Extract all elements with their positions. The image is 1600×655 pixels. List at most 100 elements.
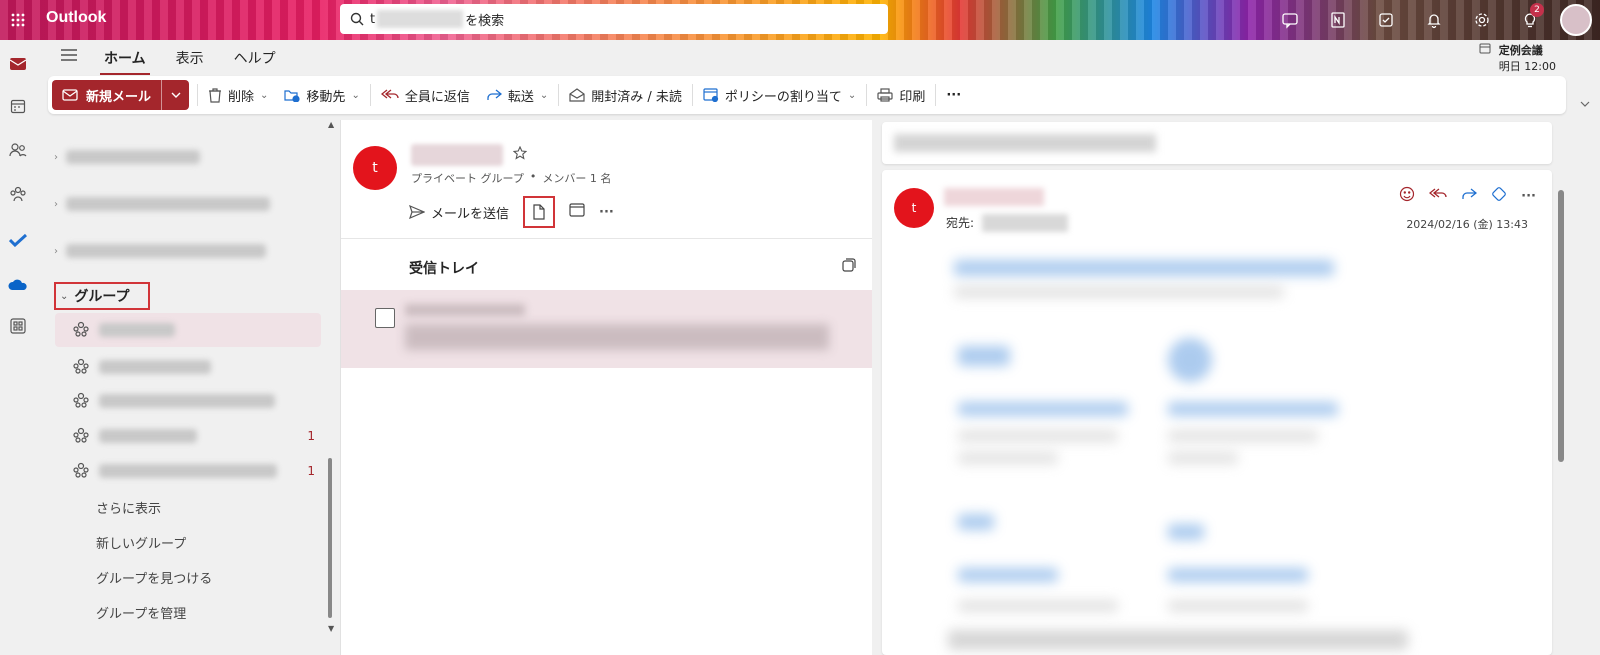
message-row[interactable] bbox=[341, 290, 872, 368]
policy-button[interactable]: ポリシーの割り当て ⌄ bbox=[695, 80, 864, 110]
tab-home[interactable]: ホーム bbox=[100, 46, 150, 75]
folder-move-icon bbox=[284, 90, 301, 102]
chevron-right-icon: › bbox=[54, 245, 58, 257]
scroll-down-icon[interactable]: ▼ bbox=[328, 624, 334, 633]
file-icon bbox=[533, 204, 545, 220]
group-members[interactable]: メンバー 1 名 bbox=[542, 170, 611, 186]
forward-icon[interactable] bbox=[1461, 187, 1478, 205]
search-input[interactable]: t を検索 bbox=[340, 4, 888, 34]
delete-button[interactable]: 削除 ⌄ bbox=[200, 80, 276, 110]
select-mode-icon[interactable] bbox=[842, 258, 856, 276]
bell-icon[interactable] bbox=[1412, 0, 1456, 40]
folder-scrollbar[interactable] bbox=[328, 458, 332, 618]
print-button[interactable]: 印刷 bbox=[869, 80, 933, 110]
emoji-icon[interactable] bbox=[1399, 186, 1415, 206]
star-icon[interactable] bbox=[512, 145, 528, 164]
notification-badge: 2 bbox=[1530, 3, 1544, 17]
teams-chat-icon[interactable] bbox=[1268, 0, 1312, 40]
tab-help[interactable]: ヘルプ bbox=[230, 46, 280, 70]
files-button[interactable] bbox=[523, 196, 556, 228]
sender-avatar[interactable]: t bbox=[894, 188, 934, 228]
app-title[interactable]: Outlook bbox=[46, 9, 106, 27]
send-mail-button[interactable]: メールを送信 bbox=[409, 203, 509, 222]
reply-all-icon bbox=[380, 89, 399, 99]
discover-groups-link[interactable]: グループを見つける bbox=[96, 568, 212, 587]
group-avatar: t bbox=[353, 146, 397, 190]
body-redacted bbox=[1168, 402, 1338, 416]
reading-scrollbar[interactable] bbox=[1558, 190, 1564, 462]
group-name-redacted bbox=[99, 429, 197, 443]
group-item[interactable] bbox=[55, 313, 321, 347]
message-checkbox[interactable] bbox=[375, 308, 395, 328]
search-icon bbox=[350, 12, 364, 26]
forward-label: 転送 bbox=[507, 89, 534, 105]
upcoming-meeting[interactable]: 定例会議 明日 12:00 bbox=[1479, 42, 1556, 74]
app-rail bbox=[0, 40, 36, 655]
new-mail-label: 新規メール bbox=[86, 89, 152, 105]
search-query: t bbox=[370, 11, 376, 27]
lightbulb-icon[interactable]: 2 bbox=[1508, 0, 1552, 40]
group-more-button[interactable]: ··· bbox=[599, 205, 614, 220]
folder-item[interactable]: › bbox=[54, 236, 324, 266]
group-name-redacted bbox=[99, 394, 275, 408]
search-query-redacted bbox=[377, 10, 464, 28]
move-to-button[interactable]: 移動先 ⌄ bbox=[276, 80, 367, 110]
read-unread-label: 開封済み / 未読 bbox=[591, 89, 682, 105]
mail-icon[interactable] bbox=[6, 52, 30, 76]
trash-icon bbox=[209, 88, 222, 103]
new-mail-button[interactable]: 新規メール bbox=[52, 80, 190, 110]
scroll-up-icon[interactable]: ▲ bbox=[328, 120, 334, 129]
unread-count: 1 bbox=[307, 429, 315, 443]
meta-dot: • bbox=[529, 170, 537, 183]
group-name-redacted bbox=[99, 464, 277, 478]
meeting-time: 明日 12:00 bbox=[1498, 60, 1556, 73]
reading-pane: t 宛先: ··· 2024/02/16 (金) 13:43 bbox=[882, 170, 1552, 655]
group-item[interactable]: 1 bbox=[55, 419, 321, 453]
message-list-pane: t プライベート グループ • メンバー 1 名 メールを送信 ··· 受信トレ… bbox=[340, 120, 872, 655]
sender-name-redacted bbox=[944, 188, 1044, 206]
group-item[interactable] bbox=[55, 350, 321, 384]
print-label: 印刷 bbox=[899, 89, 926, 105]
groups-section-header[interactable]: ⌄ グループ bbox=[54, 282, 150, 310]
send-mail-label: メールを送信 bbox=[431, 206, 510, 222]
more-apps-icon[interactable] bbox=[6, 314, 30, 338]
calendar-button[interactable] bbox=[569, 203, 585, 221]
new-mail-main[interactable]: 新規メール bbox=[52, 80, 161, 110]
todo-check-icon[interactable] bbox=[6, 228, 30, 252]
body-redacted bbox=[1168, 568, 1308, 582]
show-more-link[interactable]: さらに表示 bbox=[96, 498, 161, 517]
onenote-icon[interactable] bbox=[1316, 0, 1360, 40]
chevron-right-icon: › bbox=[54, 198, 58, 210]
group-icon bbox=[73, 462, 89, 478]
hamburger-icon[interactable] bbox=[60, 48, 78, 66]
read-unread-button[interactable]: 開封済み / 未読 bbox=[561, 80, 690, 110]
folder-item[interactable]: › bbox=[54, 142, 324, 172]
calendar-icon[interactable] bbox=[6, 94, 30, 118]
ribbon-collapse-icon[interactable] bbox=[1580, 96, 1590, 111]
app-launcher-icon[interactable] bbox=[0, 0, 36, 40]
chevron-down-icon: ⌄ bbox=[351, 89, 360, 101]
onedrive-icon[interactable] bbox=[6, 272, 30, 296]
manage-groups-link[interactable]: グループを管理 bbox=[96, 603, 186, 622]
todo-icon[interactable] bbox=[1364, 0, 1408, 40]
reply-all-icon[interactable] bbox=[1429, 187, 1447, 205]
folder-item[interactable]: › bbox=[54, 189, 324, 219]
new-group-link[interactable]: 新しいグループ bbox=[96, 533, 186, 552]
tab-view[interactable]: 表示 bbox=[172, 46, 208, 70]
folder-pane: ▲ › › › ⌄ グループ 1 1 さらに表示 新しいグループ グループを見つ… bbox=[44, 120, 336, 655]
group-item[interactable] bbox=[55, 384, 321, 418]
new-mail-dropdown[interactable] bbox=[161, 80, 189, 110]
body-redacted bbox=[958, 430, 1118, 442]
people-icon[interactable] bbox=[6, 138, 30, 162]
reply-all-button[interactable]: 全員に返信 bbox=[373, 80, 478, 110]
user-avatar[interactable] bbox=[1560, 4, 1592, 36]
gear-icon[interactable] bbox=[1460, 0, 1504, 40]
group-item[interactable]: 1 bbox=[55, 454, 321, 488]
forward-button[interactable]: 転送 ⌄ bbox=[478, 80, 556, 110]
groups-icon[interactable] bbox=[6, 182, 30, 206]
more-commands-button[interactable]: ··· bbox=[938, 80, 969, 110]
calendar-icon bbox=[569, 203, 585, 217]
body-redacted bbox=[1168, 338, 1212, 382]
message-more-button[interactable]: ··· bbox=[1521, 189, 1536, 204]
policy-icon[interactable] bbox=[1491, 186, 1507, 206]
